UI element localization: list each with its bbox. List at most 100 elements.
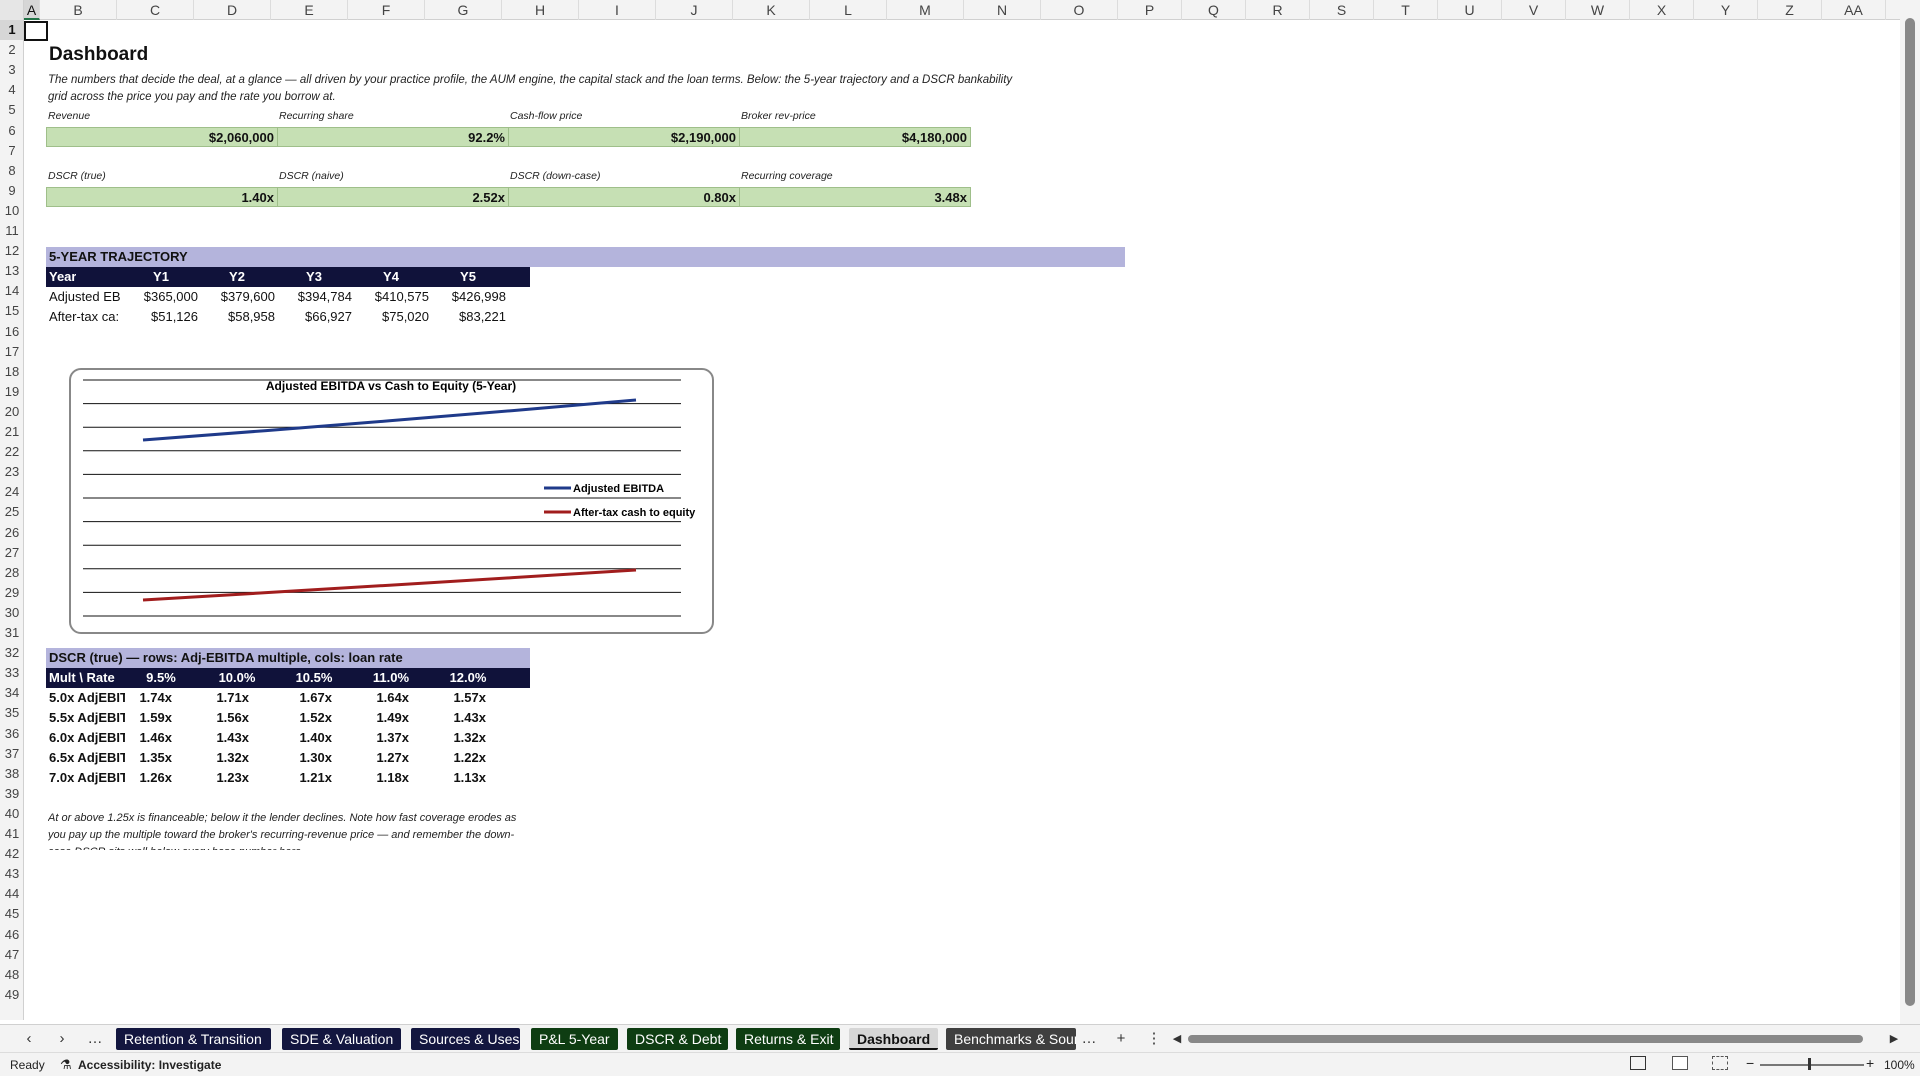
trajectory-cell[interactable]: $83,221 <box>434 307 506 327</box>
row-header-46[interactable]: 46 <box>0 925 23 945</box>
row-header-40[interactable]: 40 <box>0 804 23 824</box>
column-header-b[interactable]: B <box>40 0 117 20</box>
horizontal-scroll-thumb[interactable] <box>1188 1035 1863 1043</box>
column-header-c[interactable]: C <box>117 0 194 20</box>
kpi-value-dscr-true[interactable]: 1.40x <box>46 187 278 207</box>
row-header-12[interactable]: 12 <box>0 241 23 261</box>
scroll-left-icon[interactable]: ◀ <box>1166 1029 1188 1049</box>
column-header-t[interactable]: T <box>1374 0 1438 20</box>
tab-pl-5-year[interactable]: P&L 5-Year <box>531 1028 618 1050</box>
scroll-right-icon[interactable]: ▶ <box>1883 1029 1905 1049</box>
row-header-29[interactable]: 29 <box>0 583 23 603</box>
tab-returns-exit[interactable]: Returns & Exit <box>736 1028 840 1050</box>
next-sheet-icon[interactable]: › <box>51 1029 73 1049</box>
row-header-28[interactable]: 28 <box>0 563 23 583</box>
row-header-39[interactable]: 39 <box>0 784 23 804</box>
zoom-slider-handle[interactable] <box>1808 1058 1811 1070</box>
column-header-l[interactable]: L <box>810 0 887 20</box>
row-header-34[interactable]: 34 <box>0 683 23 703</box>
column-header-r[interactable]: R <box>1246 0 1310 20</box>
trajectory-cell[interactable]: $365,000 <box>126 287 198 307</box>
more-sheets-icon[interactable]: … <box>84 1029 106 1049</box>
column-header-p[interactable]: P <box>1118 0 1182 20</box>
column-header-j[interactable]: J <box>656 0 733 20</box>
row-header-14[interactable]: 14 <box>0 281 23 301</box>
tab-sources-uses[interactable]: Sources & Uses <box>411 1028 520 1050</box>
page-break-preview-icon[interactable] <box>1712 1056 1728 1070</box>
trajectory-row-label[interactable]: Adjusted EB <box>49 287 125 307</box>
dscr-cell[interactable]: 1.23x <box>177 768 249 788</box>
selected-cell-a1[interactable] <box>24 21 48 41</box>
row-header-17[interactable]: 17 <box>0 342 23 362</box>
column-header-z[interactable]: Z <box>1758 0 1822 20</box>
row-header-23[interactable]: 23 <box>0 462 23 482</box>
dscr-cell[interactable]: 1.40x <box>260 728 332 748</box>
row-header-9[interactable]: 9 <box>0 181 23 201</box>
dscr-cell[interactable]: 1.22x <box>414 748 486 768</box>
row-header-35[interactable]: 35 <box>0 703 23 723</box>
row-header-30[interactable]: 30 <box>0 603 23 623</box>
row-header-24[interactable]: 24 <box>0 482 23 502</box>
dscr-cell[interactable]: 1.35x <box>100 748 172 768</box>
kpi-value-dscr-naive[interactable]: 2.52x <box>277 187 509 207</box>
tab-retention-transition[interactable]: Retention & Transition <box>116 1028 271 1050</box>
column-header-k[interactable]: K <box>733 0 810 20</box>
row-header-4[interactable]: 4 <box>0 80 23 100</box>
column-header-d[interactable]: D <box>194 0 271 20</box>
column-header-o[interactable]: O <box>1041 0 1118 20</box>
row-header-16[interactable]: 16 <box>0 322 23 342</box>
kpi-value-cash-flow-price[interactable]: $2,190,000 <box>508 127 740 147</box>
tab-dscr-debt[interactable]: DSCR & Debt <box>627 1028 728 1050</box>
prev-sheet-icon[interactable]: ‹ <box>18 1029 40 1049</box>
row-header-37[interactable]: 37 <box>0 744 23 764</box>
row-header-2[interactable]: 2 <box>0 40 23 60</box>
tab-benchmarks-sources[interactable]: Benchmarks & Sour <box>946 1028 1076 1050</box>
column-header-h[interactable]: H <box>502 0 579 20</box>
column-header-v[interactable]: V <box>1502 0 1566 20</box>
dscr-cell[interactable]: 1.56x <box>177 708 249 728</box>
row-header-26[interactable]: 26 <box>0 523 23 543</box>
row-header-49[interactable]: 49 <box>0 985 23 1005</box>
row-header-25[interactable]: 25 <box>0 502 23 522</box>
dscr-cell[interactable]: 1.67x <box>260 688 332 708</box>
kpi-value-broker-rev-price[interactable]: $4,180,000 <box>739 127 971 147</box>
dscr-cell[interactable]: 1.21x <box>260 768 332 788</box>
normal-view-icon[interactable] <box>1630 1056 1646 1070</box>
column-header-m[interactable]: M <box>887 0 964 20</box>
column-header-g[interactable]: G <box>425 0 502 20</box>
row-header-32[interactable]: 32 <box>0 643 23 663</box>
row-header-10[interactable]: 10 <box>0 201 23 221</box>
column-header-aa[interactable]: AA <box>1822 0 1886 20</box>
accessibility-icon[interactable]: ⚗ <box>60 1057 72 1073</box>
dscr-cell[interactable]: 1.26x <box>100 768 172 788</box>
column-header-w[interactable]: W <box>1566 0 1630 20</box>
dscr-cell[interactable]: 1.27x <box>337 748 409 768</box>
trajectory-chart[interactable]: Adjusted EBITDA vs Cash to Equity (5-Yea… <box>69 368 714 634</box>
kpi-value-revenue[interactable]: $2,060,000 <box>46 127 278 147</box>
vertical-scrollbar[interactable] <box>1900 0 1920 1024</box>
row-header-47[interactable]: 47 <box>0 945 23 965</box>
dscr-cell[interactable]: 1.52x <box>260 708 332 728</box>
dscr-cell[interactable]: 1.37x <box>337 728 409 748</box>
row-header-11[interactable]: 11 <box>0 221 23 241</box>
row-header-13[interactable]: 13 <box>0 261 23 281</box>
tab-dashboard[interactable]: Dashboard <box>849 1028 938 1050</box>
row-header-7[interactable]: 7 <box>0 141 23 161</box>
row-header-6[interactable]: 6 <box>0 121 23 141</box>
select-all-corner[interactable] <box>0 0 24 20</box>
kpi-value-recurring-share[interactable]: 92.2% <box>277 127 509 147</box>
column-header-n[interactable]: N <box>964 0 1041 20</box>
zoom-level[interactable]: 100% <box>1884 1058 1915 1072</box>
vertical-scroll-thumb[interactable] <box>1905 18 1915 1006</box>
row-header-33[interactable]: 33 <box>0 663 23 683</box>
zoom-in-icon[interactable]: + <box>1866 1055 1874 1071</box>
page-layout-icon[interactable] <box>1672 1056 1688 1070</box>
zoom-slider[interactable] <box>1760 1064 1864 1066</box>
row-header-15[interactable]: 15 <box>0 301 23 321</box>
row-header-38[interactable]: 38 <box>0 764 23 784</box>
tab-options-icon[interactable]: ⋮ <box>1143 1029 1165 1049</box>
trajectory-cell[interactable]: $58,958 <box>203 307 275 327</box>
dscr-cell[interactable]: 1.30x <box>260 748 332 768</box>
row-header-45[interactable]: 45 <box>0 904 23 924</box>
dscr-cell[interactable]: 1.74x <box>100 688 172 708</box>
